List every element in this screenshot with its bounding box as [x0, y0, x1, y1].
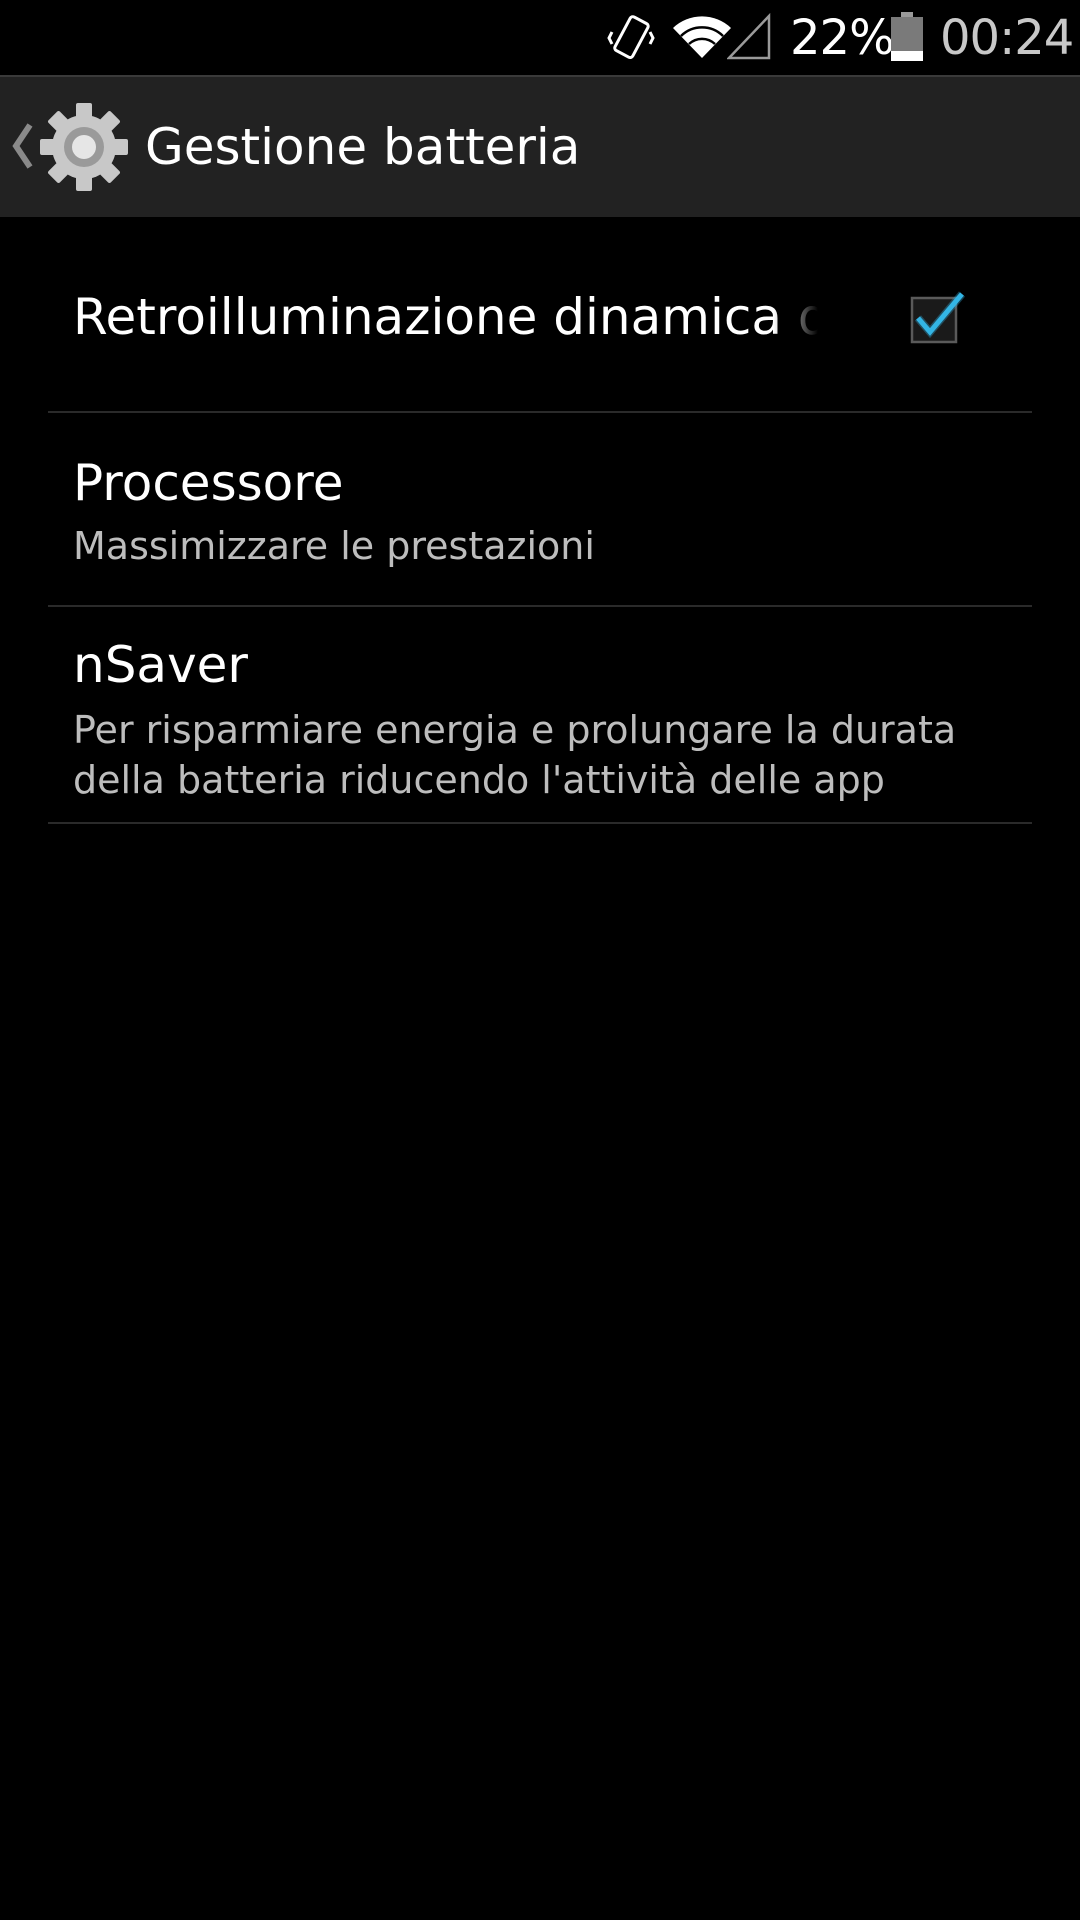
wifi-icon: [673, 16, 731, 58]
list-item-title: nSaver: [73, 636, 248, 694]
list-item-processor[interactable]: Processore Massimizzare le prestazioni: [48, 413, 1032, 607]
screen: 22% 00:24 Gestione batteria Retroillumin…: [0, 0, 1080, 1920]
battery-icon: [891, 12, 923, 61]
clock: 00:24: [940, 10, 1074, 66]
battery-percent: 22%: [790, 10, 895, 66]
page-title: Gestione batteria: [145, 118, 581, 176]
list-item-title: Processore: [73, 454, 344, 512]
dynamic-backlight-checkbox[interactable]: [904, 288, 968, 352]
vibrate-icon: [607, 15, 655, 60]
list-item-nsaver[interactable]: nSaver Per risparmiare energia e prolung…: [48, 607, 1032, 824]
list-item-dynamic-backlight[interactable]: Retroilluminazione dinamica di: [48, 217, 1032, 413]
status-bar: 22% 00:24: [0, 0, 1080, 75]
gear-icon: [40, 103, 128, 191]
back-chevron-icon: [12, 123, 33, 169]
up-button[interactable]: [0, 77, 140, 217]
list-item-summary: Massimizzare le prestazioni: [73, 524, 595, 568]
list-item-summary: Per risparmiare energia e prolungare la …: [73, 708, 957, 802]
signal-icon: [727, 12, 771, 60]
action-bar: Gestione batteria: [0, 75, 1080, 217]
list-item-title: Retroilluminazione dinamica di: [73, 288, 818, 346]
